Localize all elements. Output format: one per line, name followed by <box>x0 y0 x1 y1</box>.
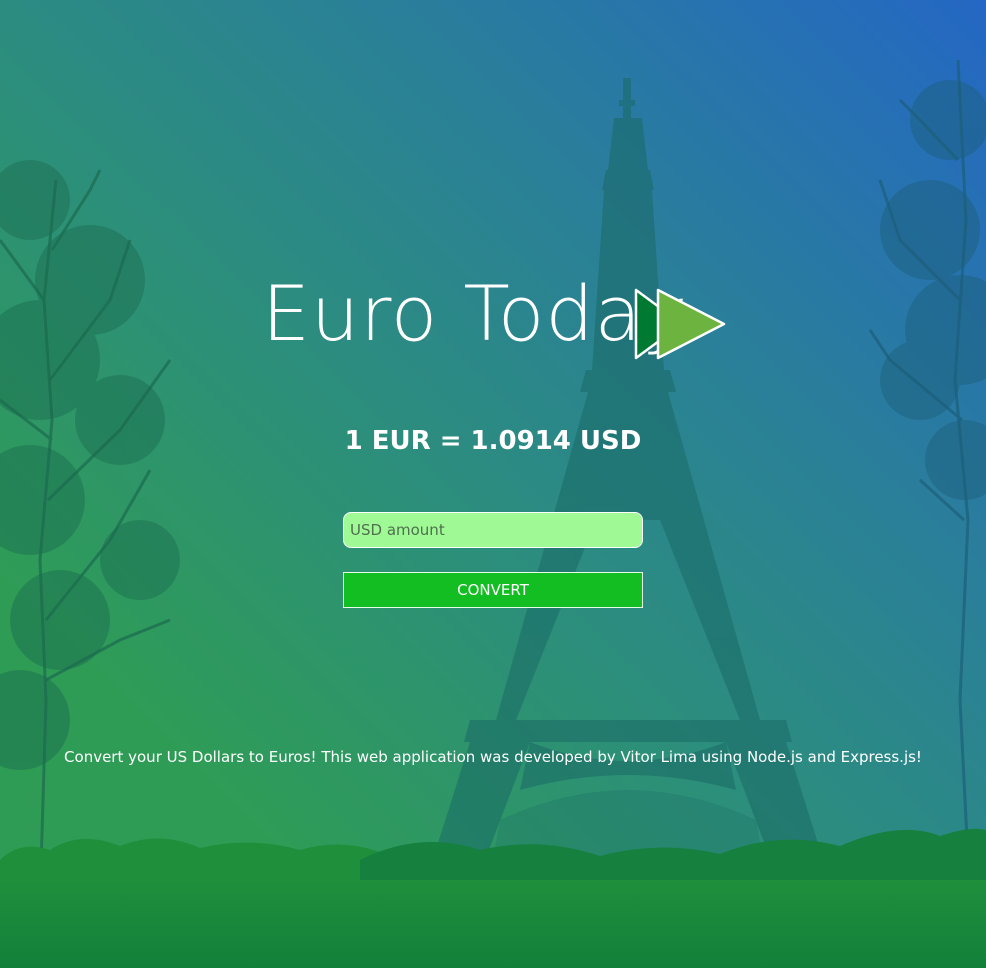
eiffel-tower-silhouette <box>420 78 836 900</box>
background-scene <box>0 59 986 968</box>
ground-bushes <box>0 828 986 968</box>
logo: Euro Today <box>262 276 732 372</box>
footer-description: Convert your US Dollars to Euros! This w… <box>64 748 922 766</box>
logo-title: Euro Today <box>262 269 689 358</box>
left-tree-foliage <box>0 160 180 770</box>
usd-amount-input[interactable] <box>343 512 643 548</box>
convert-button[interactable]: CONVERT <box>343 572 643 608</box>
double-play-arrow-icon <box>634 288 726 360</box>
exchange-rate: 1 EUR = 1.0914 USD <box>344 426 642 456</box>
